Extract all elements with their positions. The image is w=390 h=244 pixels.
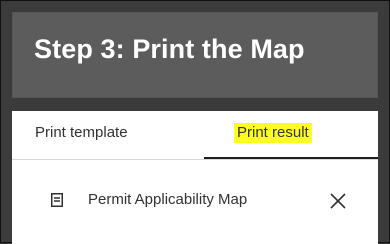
step-header: Step 3: Print the Map bbox=[12, 12, 378, 98]
tab-bar: Print template Print result bbox=[12, 111, 378, 160]
step-title: Step 3: Print the Map bbox=[34, 34, 305, 64]
tab-print-result-label: Print result bbox=[234, 123, 312, 143]
widget-frame: Step 3: Print the Map Print template Pri… bbox=[0, 0, 390, 244]
tab-print-result[interactable]: Print result bbox=[204, 111, 378, 159]
print-result-item[interactable]: Permit Applicability Map bbox=[12, 177, 378, 221]
print-result-label: Permit Applicability Map bbox=[88, 191, 248, 208]
document-icon bbox=[51, 193, 63, 207]
tab-print-template[interactable]: Print template bbox=[12, 111, 203, 159]
close-icon[interactable] bbox=[330, 193, 346, 209]
print-panel: Print template Print result Permit Appli… bbox=[12, 111, 378, 244]
tab-print-template-label: Print template bbox=[35, 124, 128, 141]
